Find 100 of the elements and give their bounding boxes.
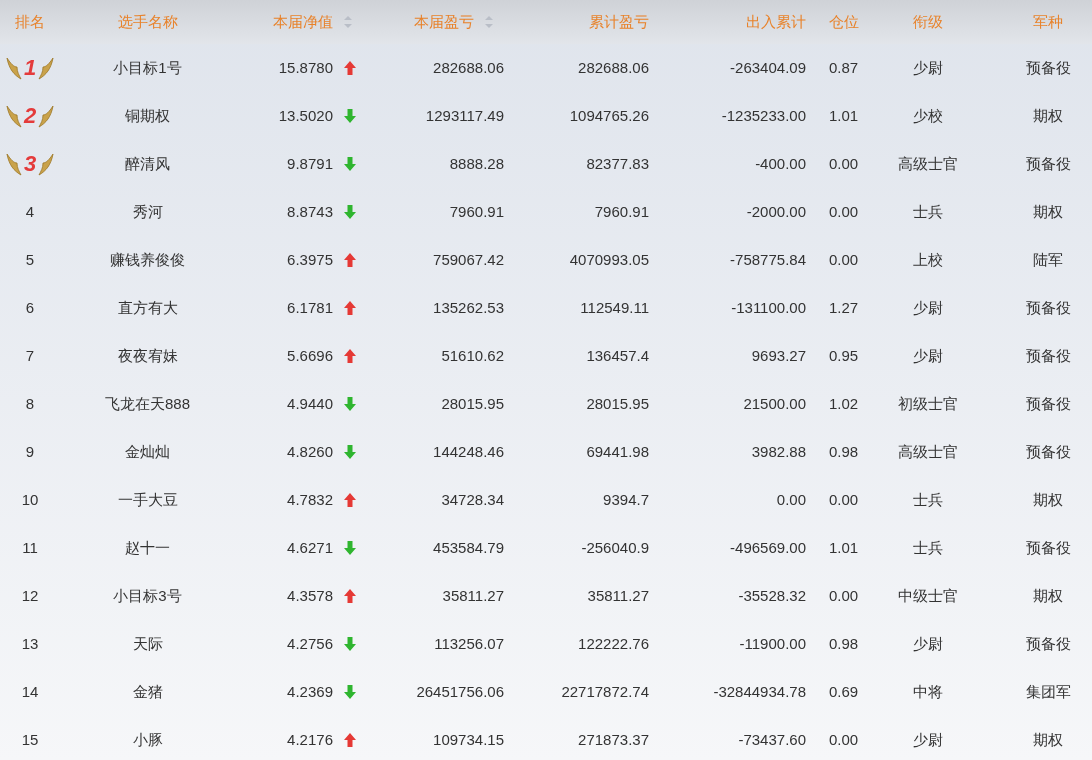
position: 0.95	[828, 345, 859, 366]
net-value: 4.7832	[287, 489, 333, 510]
total-profit: 271873.37	[578, 729, 649, 750]
total-profit: 4070993.05	[569, 249, 649, 270]
net-value: 13.5020	[278, 105, 333, 126]
player-name: 金猪	[132, 681, 163, 702]
net-value: 6.1781	[287, 297, 333, 318]
total-profit: 9394.7	[603, 489, 649, 510]
branch: 预备役	[1025, 153, 1071, 174]
column-header[interactable]: 本届净值	[273, 10, 333, 34]
branch: 预备役	[1025, 297, 1071, 318]
net-value: 9.8791	[287, 153, 333, 174]
flow-total: 3982.88	[751, 441, 806, 462]
column-header: 累计盈亏	[589, 11, 649, 32]
column-header: 排名	[15, 11, 45, 32]
total-profit: -256040.9	[581, 537, 649, 558]
total-profit: 22717872.74	[561, 681, 649, 702]
total-profit: 35811.27	[587, 585, 649, 606]
branch: 期权	[1033, 201, 1063, 222]
player-name: 醉清风	[125, 153, 170, 174]
branch: 集团军	[1025, 681, 1071, 702]
rank-number: 14	[21, 681, 39, 702]
rank-number: 10	[21, 489, 39, 510]
branch: 陆军	[1033, 249, 1063, 270]
position: 0.00	[828, 729, 859, 750]
player-name: 飞龙在天888	[105, 393, 190, 414]
position: 0.98	[828, 633, 859, 654]
position: 0.00	[828, 201, 859, 222]
rank-title: 少尉	[912, 297, 943, 318]
column-header[interactable]: 本届盈亏	[414, 10, 474, 34]
flow-total: 0.00	[776, 489, 806, 510]
wing-icon	[5, 103, 22, 129]
branch: 预备役	[1025, 57, 1071, 78]
position: 0.00	[828, 489, 859, 510]
profit: 135262.53	[433, 297, 504, 318]
rank-title: 士兵	[912, 201, 943, 222]
net-value: 4.2756	[287, 633, 333, 654]
profit: 7960.91	[449, 201, 504, 222]
net-value: 8.8743	[287, 201, 333, 222]
branch: 预备役	[1025, 537, 1071, 558]
flow-total: 21500.00	[743, 393, 806, 414]
rank-title: 士兵	[912, 537, 943, 558]
rank-title: 上校	[912, 249, 943, 270]
position: 0.69	[828, 681, 859, 702]
total-profit: 112549.11	[580, 297, 649, 318]
position: 0.00	[828, 153, 859, 174]
player-name: 秀河	[132, 201, 163, 222]
branch: 期权	[1033, 105, 1063, 126]
profit: 35811.27	[442, 585, 504, 606]
net-value: 15.8780	[278, 57, 333, 78]
flow-total: -496569.00	[730, 537, 806, 558]
profit: 113256.07	[434, 633, 504, 654]
rank-number: 12	[21, 585, 39, 606]
profit: 759067.42	[433, 249, 504, 270]
medal-rank: 3	[23, 153, 37, 175]
branch: 期权	[1033, 729, 1063, 750]
profit: 28015.95	[441, 393, 504, 414]
total-profit: 122222.76	[578, 633, 649, 654]
profit: 51610.62	[441, 345, 504, 366]
total-profit: 7960.91	[594, 201, 649, 222]
column-header: 选手名称	[117, 11, 178, 32]
rank-title: 高级士官	[897, 153, 958, 174]
flow-total: 9693.27	[751, 345, 806, 366]
wing-icon	[38, 151, 55, 177]
flow-total: -758775.84	[730, 249, 806, 270]
total-profit: 69441.98	[586, 441, 649, 462]
flow-total: -35528.32	[738, 585, 806, 606]
rank-title: 少尉	[912, 633, 943, 654]
net-value: 4.2176	[287, 729, 333, 750]
rank-number: 5	[25, 249, 35, 270]
branch: 预备役	[1025, 633, 1071, 654]
position: 0.98	[828, 441, 859, 462]
branch: 预备役	[1025, 393, 1071, 414]
sort-icon[interactable]	[484, 15, 494, 29]
position: 0.87	[828, 57, 859, 78]
rank-title: 初级士官	[897, 393, 958, 414]
column-header: 衔级	[912, 11, 943, 32]
total-profit: 282688.06	[578, 57, 649, 78]
flow-total: -131100.00	[731, 297, 806, 318]
medal-rank: 1	[23, 57, 37, 79]
rank-title: 高级士官	[897, 441, 958, 462]
position: 0.00	[828, 249, 859, 270]
player-name: 天际	[132, 633, 163, 654]
rank-number: 7	[25, 345, 35, 366]
medal-rank: 2	[23, 105, 37, 127]
branch: 预备役	[1025, 345, 1071, 366]
sort-icon[interactable]	[343, 15, 353, 29]
rank-title: 中级士官	[897, 585, 958, 606]
total-profit: 28015.95	[586, 393, 649, 414]
rank-number: 13	[21, 633, 39, 654]
flow-total: -32844934.78	[713, 681, 806, 702]
player-name: 直方有大	[117, 297, 178, 318]
player-name: 小目标1号	[113, 57, 182, 78]
net-value: 4.2369	[287, 681, 333, 702]
position: 1.02	[828, 393, 859, 414]
rank-title: 中将	[912, 681, 943, 702]
net-value: 4.6271	[287, 537, 333, 558]
rank-title: 少尉	[912, 345, 943, 366]
profit: 453584.79	[433, 537, 504, 558]
player-name: 小目标3号	[113, 585, 182, 606]
